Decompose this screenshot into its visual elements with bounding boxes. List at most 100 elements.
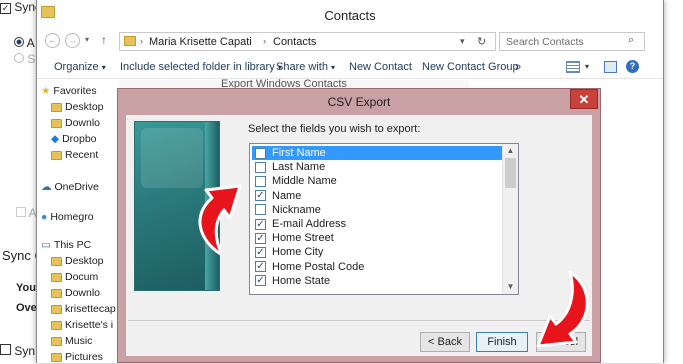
recent-dropdown-icon[interactable]: ▾ [85,35,89,44]
option-a2[interactable]: A [16,206,37,220]
field-checkbox[interactable] [255,204,266,216]
field-list-scrollbar[interactable]: ▲ ▼ [502,144,518,294]
field-row[interactable]: Last Name [252,160,502,174]
nav-item[interactable]: Recent [51,148,98,162]
new-contact-button[interactable]: New Contact [349,61,412,73]
field-checkbox[interactable]: ✓ [255,232,266,244]
nav-item[interactable]: ◆ Dropbo [51,132,97,146]
preview-pane-icon[interactable] [604,61,617,73]
nav-item[interactable]: Krisette's i [51,318,113,332]
checkbox-a2[interactable] [16,207,26,217]
dropbox-icon: ◆ [51,133,60,145]
radio-option-a[interactable]: A [14,36,35,50]
nav-item[interactable]: Music [51,334,92,348]
sync-checkbox-row[interactable]: ✓ Sync [0,0,41,14]
field-checkbox[interactable] [255,147,266,159]
radio-a[interactable] [14,37,24,47]
nav-item-label: Homegro [50,211,94,223]
field-label: Home Postal Code [272,260,365,273]
field-checkbox[interactable] [255,175,266,187]
scroll-up-icon[interactable]: ▲ [503,144,518,158]
nav-item[interactable]: ● Homegro [41,210,94,224]
nav-item-label: Desktop [65,255,104,267]
field-checkbox[interactable]: ✓ [255,246,266,258]
nav-item-label: OneDrive [54,181,99,193]
share-with-button[interactable]: Share with ▾ [276,61,335,73]
field-row[interactable]: First Name [252,146,502,160]
field-row[interactable]: ✓ Home City [252,245,502,259]
field-label: Home City [272,246,324,259]
search-box[interactable]: Search Contacts ⌕ [499,32,645,51]
field-label: Home Street [272,232,334,245]
include-library-button[interactable]: Include selected folder in library ▾ [120,61,282,73]
share-with-label: Share with [276,61,328,73]
breadcrumb-separator-icon: › [263,36,266,46]
you-label: You [16,282,36,294]
nav-item[interactable]: Desktop [51,254,104,268]
syn-bottom-checkbox[interactable] [0,344,11,355]
nav-item[interactable]: Pictures [51,350,103,364]
back-arrow-icon[interactable]: ← [45,33,60,48]
nav-item-label: Dropbo [62,133,97,145]
nav-item[interactable]: Downlo [51,286,100,300]
field-checkbox[interactable]: ✓ [255,261,266,273]
search-input[interactable]: Search Contacts [506,36,584,48]
nav-item[interactable]: ☁ OneDrive [41,180,99,194]
nav-item[interactable]: krisettecap [51,302,116,316]
folder-icon [51,102,62,112]
close-button[interactable]: ✕ [570,89,598,109]
help-icon[interactable]: ? [626,60,639,73]
nav-item[interactable]: Desktop [51,100,104,114]
address-bar[interactable]: › Maria Krisette Capati › Contacts ▾ ↻ [119,32,496,51]
nav-item-label: Docum [65,271,99,283]
search-icon[interactable]: ⌕ [628,34,634,47]
breadcrumb-contacts[interactable]: Contacts [273,36,316,48]
explorer-titlebar: Contacts [37,0,663,32]
forward-arrow-icon[interactable]: → [65,33,80,48]
field-row[interactable]: ✓ Home State [252,274,502,288]
sync-checkbox[interactable]: ✓ [0,3,11,14]
nav-item[interactable]: ★ Favorites [41,84,97,98]
folder-icon [51,118,62,128]
annotation-arrow-icon [198,184,242,257]
radio-option-s[interactable]: S [14,52,35,66]
nav-item[interactable]: Downlo [51,116,100,130]
scroll-thumb[interactable] [505,158,516,188]
breadcrumb-user[interactable]: Maria Krisette Capati [149,36,252,48]
field-row[interactable]: Nickname [252,203,502,217]
up-arrow-icon[interactable]: ↑ [101,33,107,47]
field-checkbox[interactable]: ✓ [255,218,266,230]
address-dropdown-icon[interactable]: ▾ [460,36,465,47]
close-icon: ✕ [578,92,590,107]
nav-item[interactable]: ▭ This PC [41,238,91,252]
organize-button[interactable]: Organize ▾ [54,61,106,73]
csv-titlebar: CSV Export [118,89,600,115]
more-commands-button[interactable]: » [515,61,521,73]
back-button[interactable]: < Back [420,332,470,352]
field-checkbox[interactable]: ✓ [255,275,266,287]
nav-item-label: This PC [53,239,92,251]
field-row[interactable]: ✓ Name [252,189,502,203]
field-checkbox[interactable]: ✓ [255,190,266,202]
syn-bottom-row[interactable]: Syn [0,344,35,358]
field-checkbox[interactable] [255,161,266,173]
refresh-icon[interactable]: ↻ [477,35,486,48]
finish-button[interactable]: Finish [476,332,528,352]
field-label: Home State [272,274,331,287]
new-contact-group-button[interactable]: New Contact Group [422,61,519,73]
nav-item[interactable]: Docum [51,270,98,284]
nav-item-label: Downlo [65,117,101,129]
chevron-down-icon[interactable]: ▾ [585,62,589,71]
radio-s[interactable] [14,53,24,63]
field-row[interactable]: ✓ Home Postal Code [252,260,502,274]
view-options-icon[interactable] [566,61,580,73]
folder-icon [51,150,62,160]
field-list[interactable]: First Name Last Name Middle Name ✓ Name Nickn… [249,143,519,295]
folder-icon [51,320,62,330]
field-row[interactable]: ✓ E-mail Address [252,217,502,231]
field-row[interactable]: ✓ Home Street [252,231,502,245]
csv-dialog-title: CSV Export [327,95,391,109]
scroll-down-icon[interactable]: ▼ [503,280,518,294]
field-row[interactable]: Middle Name [252,174,502,188]
star-icon: ★ [41,85,51,97]
